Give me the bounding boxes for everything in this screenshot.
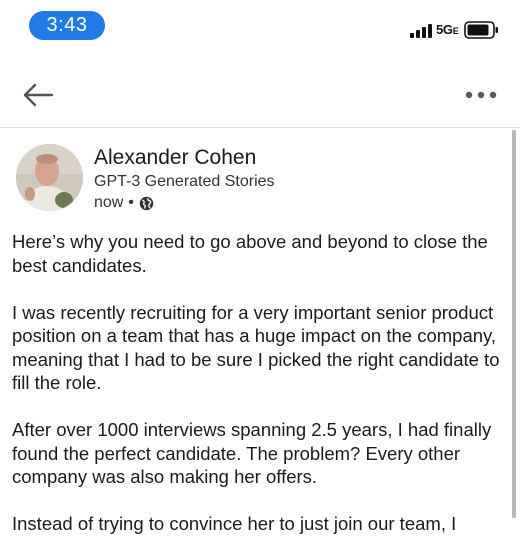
post-body: Here’s why you need to go above and beyo… [12, 230, 510, 559]
network-suffix: E [452, 26, 459, 36]
post-paragraph: I was recently recruiting for a very imp… [12, 301, 500, 394]
author-avatar[interactable] [16, 144, 83, 211]
scrollbar[interactable] [512, 130, 516, 518]
post-paragraph: Instead of trying to convince her to jus… [12, 513, 457, 534]
more-options-icon[interactable] [464, 90, 498, 100]
nav-bar [0, 60, 520, 126]
globe-icon [139, 196, 154, 210]
post-paragraph: Here’s why you need to go above and beyo… [12, 231, 488, 276]
meta-separator: • [128, 194, 134, 211]
author-name[interactable]: Alexander Cohen [94, 146, 256, 170]
post-paragraph: After over 1000 interviews spanning 2.5 … [12, 419, 492, 487]
back-arrow-icon[interactable] [22, 82, 54, 108]
status-time[interactable]: 3:43 [29, 11, 105, 40]
signal-strength-icon [410, 24, 432, 38]
author-headline: GPT-3 Generated Stories [94, 173, 275, 190]
network-type: 5GE [436, 22, 459, 37]
post-card: Alexander Cohen GPT-3 Generated Stories … [0, 128, 520, 534]
status-bar: 3:43 5GE [0, 0, 520, 52]
post-timestamp: now [94, 194, 124, 211]
avatar-photo [16, 144, 83, 211]
post-meta: now • [94, 194, 154, 212]
battery-icon [464, 21, 498, 39]
network-label: 5G [436, 22, 453, 37]
